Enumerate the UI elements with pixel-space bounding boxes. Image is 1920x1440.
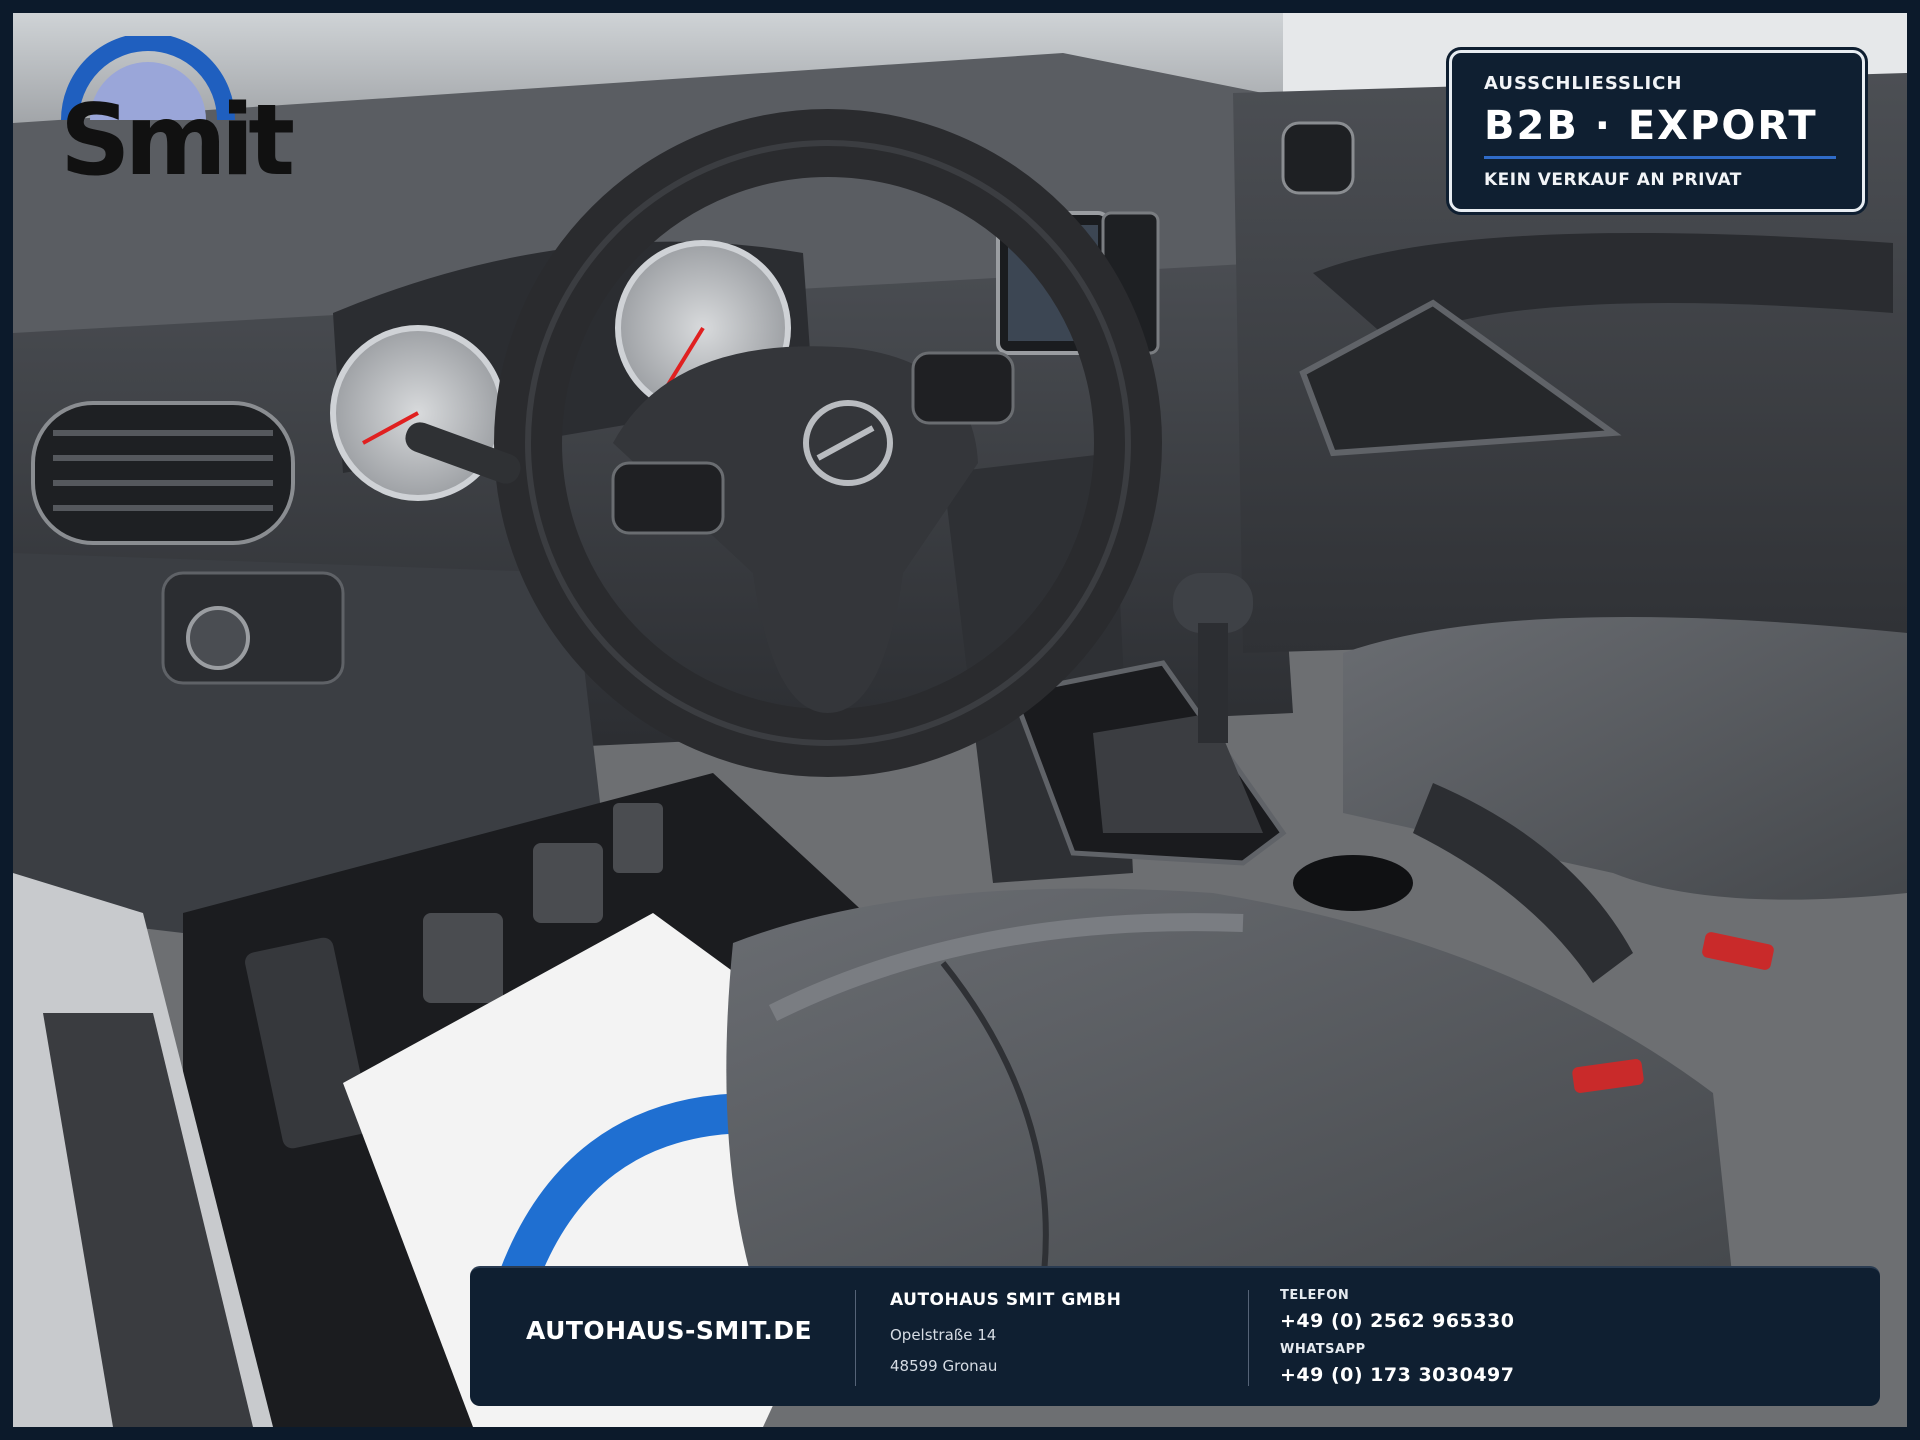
gas-pedal <box>613 803 663 873</box>
badge-subtitle: KEIN VERKAUF AN PRIVAT <box>1484 170 1742 190</box>
badge-kicker: AUSSCHLIESSLICH <box>1484 73 1683 94</box>
b2b-export-badge: AUSSCHLIESSLICH B2B · EXPORT KEIN VERKAU… <box>1449 50 1865 212</box>
logo-wordmark: Smit <box>60 84 295 198</box>
light-knob <box>186 606 250 670</box>
address-city: 48599 Gronau <box>890 1357 998 1375</box>
badge-divider <box>1484 156 1836 159</box>
contact-footer: AUTOHAUS-SMIT.DE AUTOHAUS SMIT GMBH Opel… <box>470 1266 1880 1406</box>
passenger-seat <box>1343 617 1907 900</box>
interior-illustration <box>13 13 1907 1427</box>
cup-holder <box>1293 855 1413 911</box>
car-interior-photo <box>13 13 1907 1427</box>
smit-logo: Smit <box>56 36 295 190</box>
left-air-vent <box>31 401 295 545</box>
right-air-vent <box>1281 121 1355 195</box>
badge-title: B2B · EXPORT <box>1484 103 1818 149</box>
clutch-pedal <box>423 913 503 1003</box>
ad-frame: Smit AUSSCHLIESSLICH B2B · EXPORT KEIN V… <box>0 0 1920 1440</box>
seatbelt-buckle-red-1 <box>1702 932 1774 970</box>
wheel-buttons-right <box>911 351 1015 425</box>
footer-divider <box>855 1290 856 1386</box>
gear-boot <box>1093 713 1263 833</box>
whatsapp-number[interactable]: +49 (0) 173 3030497 <box>1280 1364 1515 1386</box>
whatsapp-label: WHATSAPP <box>1280 1342 1366 1357</box>
company-name: AUTOHAUS SMIT GMBH <box>890 1290 1122 1310</box>
website-link[interactable]: AUTOHAUS-SMIT.DE <box>526 1316 812 1345</box>
phone-label: TELEFON <box>1280 1288 1350 1303</box>
wheel-buttons-left <box>611 461 725 535</box>
phone-number[interactable]: +49 (0) 2562 965330 <box>1280 1310 1515 1332</box>
address-street: Opelstraße 14 <box>890 1326 997 1344</box>
footer-divider <box>1248 1290 1249 1386</box>
brake-pedal <box>533 843 603 923</box>
